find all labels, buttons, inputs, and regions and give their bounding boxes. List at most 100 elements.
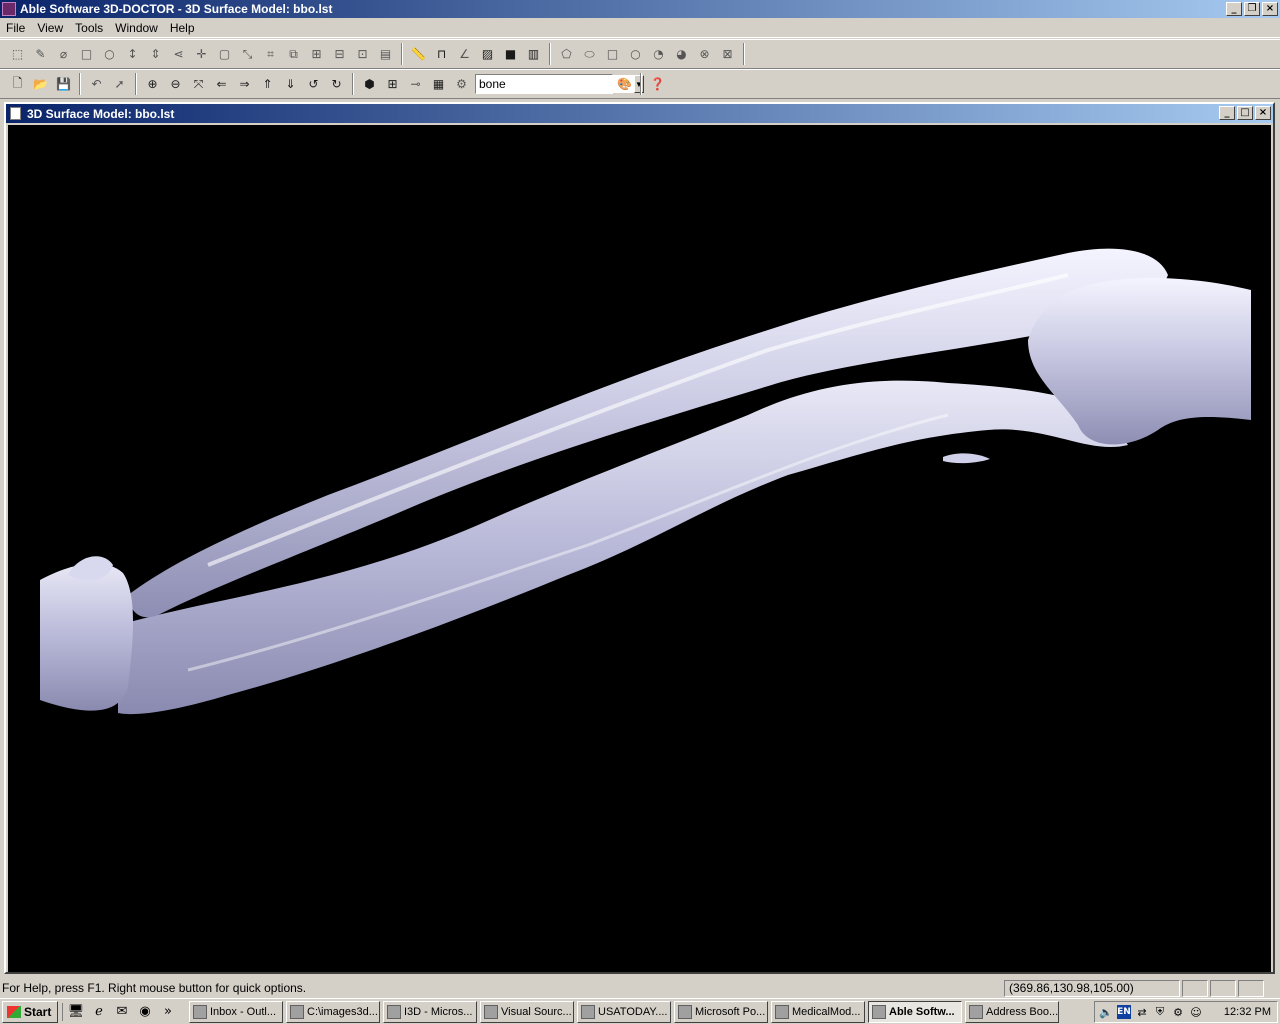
system-tray: 🔈 EN ⇄ ⛨ ⚙ ☺ 12:32 PM: [1094, 1001, 1278, 1023]
close-button[interactable]: ×: [1262, 2, 1278, 16]
show-desktop-icon[interactable]: 🖥: [67, 1003, 85, 1021]
task-powerpoint[interactable]: Microsoft Po...: [674, 1000, 768, 1023]
document-icon[interactable]: [10, 107, 21, 120]
chart-icon[interactable]: ▥: [522, 43, 545, 65]
resize-icon[interactable]: ⤡: [236, 43, 259, 65]
rectangle-icon[interactable]: □: [75, 43, 98, 65]
arrow-left-icon[interactable]: ⇐: [210, 73, 233, 95]
app-title-bar[interactable]: Able Software 3D-DOCTOR - 3D Surface Mod…: [0, 0, 1280, 18]
menu-help[interactable]: Help: [164, 21, 201, 35]
object-combo-input[interactable]: [476, 75, 634, 93]
volume-icon[interactable]: 🔈: [1099, 1005, 1113, 1019]
frame-icon[interactable]: ⊡: [351, 43, 374, 65]
rotate-right-icon[interactable]: ↻: [325, 73, 348, 95]
task-visual-source[interactable]: Visual Sourc...: [480, 1000, 574, 1023]
arrow-down-icon[interactable]: ⇓: [279, 73, 302, 95]
image-icon[interactable]: ▨: [476, 43, 499, 65]
task-able-software[interactable]: Able Softw...: [868, 1000, 962, 1023]
square-icon[interactable]: □: [601, 43, 624, 65]
document-window: 3D Surface Model: bbo.lst _ □ ×: [4, 102, 1275, 974]
language-indicator[interactable]: EN: [1117, 1005, 1131, 1019]
edit-region-icon[interactable]: ⊠: [716, 43, 739, 65]
media-player-icon[interactable]: ◉: [136, 1003, 154, 1021]
measure-icon[interactable]: ⊓: [430, 43, 453, 65]
surface-model-render[interactable]: [8, 125, 1271, 972]
polygon-icon[interactable]: ⬠: [555, 43, 578, 65]
menu-view[interactable]: View: [31, 21, 69, 35]
ruler-icon[interactable]: 📏: [407, 43, 430, 65]
internet-explorer-icon[interactable]: ℯ: [90, 1003, 108, 1021]
save-icon[interactable]: 💾: [52, 73, 75, 95]
curve-icon[interactable]: ◔: [647, 43, 670, 65]
new-file-icon[interactable]: 🗋: [6, 73, 29, 95]
open-folder-icon[interactable]: 📂: [29, 73, 52, 95]
messenger-icon[interactable]: ☺: [1189, 1005, 1203, 1019]
undo-icon[interactable]: ↶: [85, 73, 108, 95]
arrow-right-icon[interactable]: ⇒: [233, 73, 256, 95]
eraser-icon[interactable]: ⌀: [52, 43, 75, 65]
context-help-icon[interactable]: ❓: [646, 73, 669, 95]
start-button[interactable]: Start: [2, 1000, 58, 1023]
box-icon[interactable]: ▢: [213, 43, 236, 65]
pencil-icon[interactable]: ✎: [29, 43, 52, 65]
zoom-in-icon[interactable]: ⊕: [141, 73, 164, 95]
task-inbox[interactable]: Inbox - Outl...: [189, 1000, 283, 1023]
antivirus-icon[interactable]: ⛨: [1153, 1005, 1167, 1019]
color-palette-icon[interactable]: 🎨: [613, 73, 636, 95]
angle-icon[interactable]: ∠: [453, 43, 476, 65]
menu-tools[interactable]: Tools: [69, 21, 109, 35]
fill-icon[interactable]: ■: [499, 43, 522, 65]
doc-close-button[interactable]: ×: [1255, 106, 1271, 120]
task-i3d[interactable]: I3D - Micros...: [383, 1000, 477, 1023]
system-clock[interactable]: 12:32 PM: [1224, 1006, 1277, 1018]
quick-launch-more[interactable]: »: [159, 1003, 177, 1021]
crop-icon[interactable]: ⌗: [259, 43, 282, 65]
slice-icon[interactable]: ⊸: [404, 73, 427, 95]
tray-app-icon[interactable]: ⚙: [1171, 1005, 1185, 1019]
folder-icon: [290, 1004, 304, 1019]
task-word[interactable]: MedicalMod...: [771, 1000, 865, 1023]
delete-region-icon[interactable]: ⊗: [693, 43, 716, 65]
settings-icon[interactable]: ⚙: [450, 73, 473, 95]
lasso-icon[interactable]: ◕: [670, 43, 693, 65]
freeform-icon[interactable]: ⬭: [578, 43, 601, 65]
restore-button[interactable]: ❐: [1244, 2, 1260, 16]
doc-maximize-button[interactable]: □: [1237, 106, 1253, 120]
grid-icon[interactable]: ⊞: [305, 43, 328, 65]
app-icon[interactable]: [2, 2, 16, 16]
split-icon[interactable]: ⇕: [144, 43, 167, 65]
task-explorer[interactable]: C:\images3d...: [286, 1000, 380, 1023]
rotate-left-icon[interactable]: ↺: [302, 73, 325, 95]
document-title-bar[interactable]: 3D Surface Model: bbo.lst _ □ ×: [6, 104, 1273, 123]
main-toolbar: 🗋 📂 💾 ↶ ➚ ⊕ ⊖ ⤧ ⇐ ⇒ ⇑ ⇓ ↺ ↻ ⬢ ⊞ ⊸ ▦ ⚙ ▼ …: [0, 69, 1280, 99]
minimize-button[interactable]: _: [1226, 2, 1242, 16]
object-combo[interactable]: ▼: [475, 74, 644, 94]
tile-icon[interactable]: ⊟: [328, 43, 351, 65]
move-vertical-icon[interactable]: ↕: [121, 43, 144, 65]
toolbar-separator: [549, 43, 551, 65]
arrow-up-icon[interactable]: ⇑: [256, 73, 279, 95]
select-region-icon[interactable]: ⬚: [6, 43, 29, 65]
3d-viewport[interactable]: [8, 125, 1271, 972]
wireframe-icon[interactable]: ⊞: [381, 73, 404, 95]
outlook-icon[interactable]: ✉: [113, 1003, 131, 1021]
volume-icon[interactable]: ▦: [427, 73, 450, 95]
crosshair-icon[interactable]: ✛: [190, 43, 213, 65]
stack-icon[interactable]: ⧉: [282, 43, 305, 65]
task-address-book[interactable]: Address Boo...: [965, 1000, 1059, 1023]
circle-icon[interactable]: ○: [624, 43, 647, 65]
taskbar: Start 🖥 ℯ ✉ ◉ » Inbox - Outl... C:\image…: [0, 998, 1280, 1024]
zoom-out-icon[interactable]: ⊖: [164, 73, 187, 95]
network-icon[interactable]: ⇄: [1135, 1005, 1149, 1019]
ellipse-icon[interactable]: ○: [98, 43, 121, 65]
doc-minimize-button[interactable]: _: [1219, 106, 1235, 120]
fit-icon[interactable]: ⤧: [187, 73, 210, 95]
pointer-icon[interactable]: ➚: [108, 73, 131, 95]
surface-render-icon[interactable]: ⬢: [358, 73, 381, 95]
menu-file[interactable]: File: [0, 21, 31, 35]
status-bar: For Help, press F1. Right mouse button f…: [0, 978, 1280, 998]
menu-window[interactable]: Window: [109, 21, 164, 35]
branch-icon[interactable]: ⋖: [167, 43, 190, 65]
task-usatoday[interactable]: USATODAY....: [577, 1000, 671, 1023]
histogram-icon[interactable]: ▤: [374, 43, 397, 65]
